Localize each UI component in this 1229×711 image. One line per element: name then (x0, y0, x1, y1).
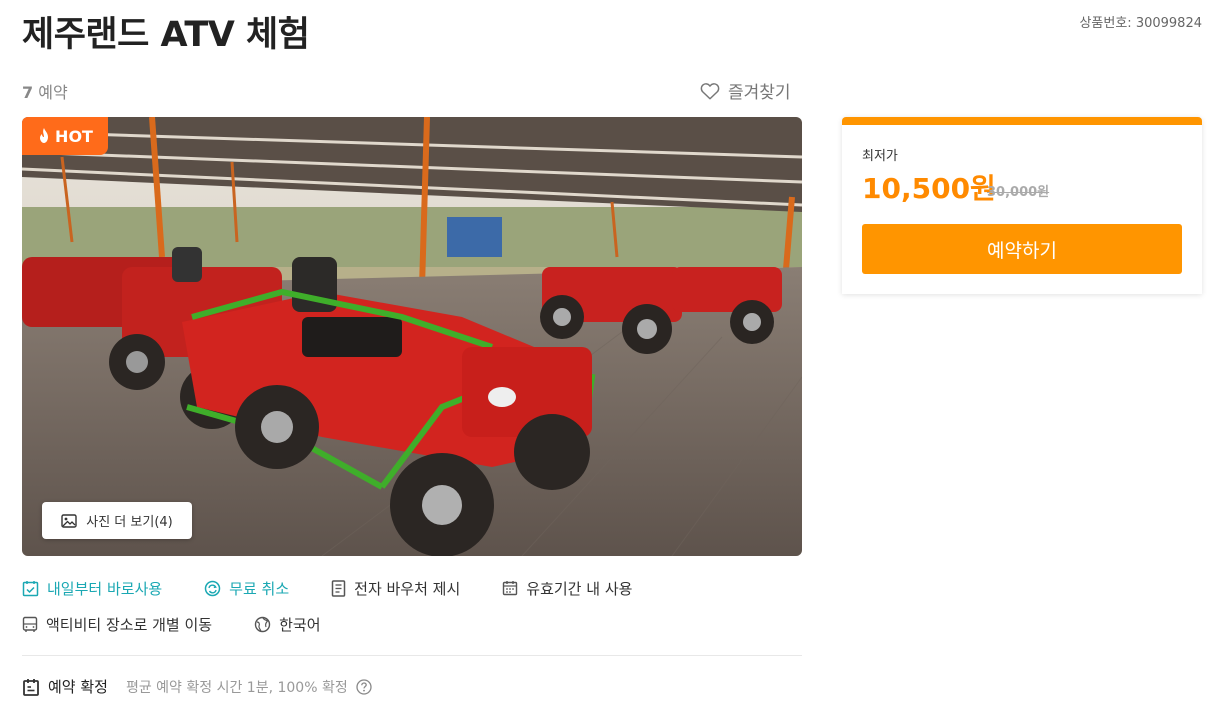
calendar-icon (503, 581, 518, 596)
feature-item-language: 한국어 (254, 614, 321, 635)
favorite-label: 즐겨찾기 (728, 83, 791, 103)
book-button[interactable]: 예약하기 (862, 224, 1182, 274)
help-icon[interactable] (356, 678, 372, 695)
feature-label: 유효기간 내 사용 (526, 579, 633, 598)
clipboard-icon (23, 678, 39, 696)
booking-count-value: 7 (22, 83, 34, 102)
current-price: 10,500원 (862, 172, 996, 205)
confirmation-label: 예약 확정 (48, 678, 108, 696)
feature-list: 내일부터 바로사용 무료 취소 전자 바우처 제시 유효기간 내 사용 액티비티… (22, 576, 802, 648)
feature-label: 액티비티 장소로 개별 이동 (46, 615, 213, 634)
feature-label: 내일부터 바로사용 (47, 579, 163, 598)
confirmation-description: 평균 예약 확정 시간 1분, 100% 확정 (125, 679, 348, 696)
product-number: 상품번호: 30099824 (1079, 16, 1202, 31)
page-title: 제주랜드 ATV 체험 (22, 15, 310, 55)
price-card: 최저가 10,500원 30,000원 예약하기 (842, 117, 1202, 294)
image-icon (61, 513, 77, 528)
heart-icon (700, 82, 720, 100)
refresh-circle-icon (204, 580, 221, 596)
booking-confirmation: 예약 확정 평균 예약 확정 시간 1분, 100% 확정 (22, 676, 372, 697)
globe-icon (254, 616, 271, 632)
feature-label: 한국어 (279, 615, 321, 634)
favorite-button[interactable]: 즐겨찾기 (700, 78, 791, 103)
feature-label: 전자 바우처 제시 (354, 579, 461, 598)
atv-photo-image (22, 117, 802, 556)
price-label: 최저가 (862, 149, 898, 164)
booking-count: 7 예약 (22, 79, 68, 103)
document-icon (331, 579, 346, 597)
more-photos-label: 사진 더 보기(4) (86, 515, 173, 530)
feature-item-use-from-tomorrow: 내일부터 바로사용 (22, 578, 162, 599)
hot-badge: HOT (22, 117, 108, 155)
feature-row: 내일부터 바로사용 무료 취소 전자 바우처 제시 유효기간 내 사용 (22, 576, 802, 600)
feature-item-individual-transport: 액티비티 장소로 개별 이동 (22, 614, 212, 635)
calendar-check-icon (22, 580, 39, 596)
feature-item-free-cancel: 무료 취소 (204, 578, 289, 599)
booking-count-label: 예약 (38, 83, 68, 102)
section-divider (22, 655, 802, 656)
main-photo[interactable]: HOT 사진 더 보기(4) (22, 117, 802, 556)
hot-badge-label: HOT (55, 126, 93, 146)
flame-icon (40, 128, 49, 143)
feature-row: 액티비티 장소로 개별 이동 한국어 (22, 612, 802, 636)
feature-label: 무료 취소 (229, 579, 290, 598)
more-photos-button[interactable]: 사진 더 보기(4) (42, 502, 192, 539)
feature-item-valid-period: 유효기간 내 사용 (502, 578, 632, 599)
original-price: 30,000원 (987, 185, 1050, 200)
bus-icon (22, 616, 38, 632)
feature-item-e-voucher: 전자 바우처 제시 (331, 578, 460, 599)
